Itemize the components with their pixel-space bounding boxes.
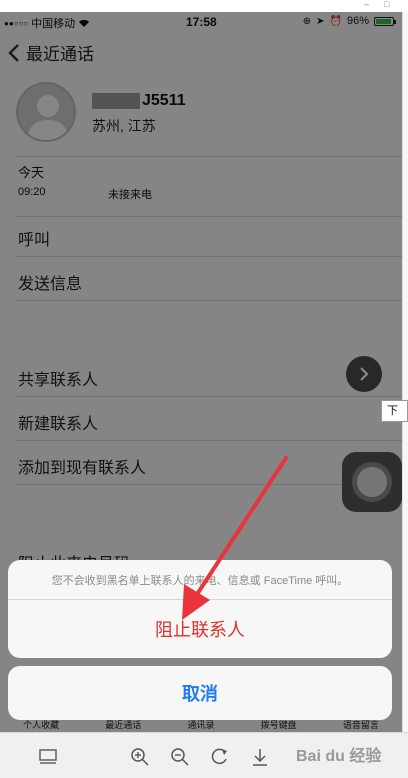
- phone-screen: ●●○○○ 中国移动 17:58 ⊕ ➤ ⏰ 96% 最近通话 J5511 苏州…: [0, 12, 402, 732]
- annotation-arrow-icon: [182, 456, 288, 620]
- watermark-brand: Bai du 经验: [296, 748, 382, 765]
- rotate-icon[interactable]: [208, 745, 232, 769]
- baidu-jingyan-watermark: Bai du 经验: [296, 742, 381, 766]
- thumbnail-view-icon[interactable]: [36, 745, 60, 769]
- zoom-in-icon[interactable]: [128, 745, 152, 769]
- cancel-button[interactable]: 取消: [8, 666, 392, 720]
- maximize-icon[interactable]: □: [384, 0, 394, 9]
- next-tooltip[interactable]: 下一: [381, 400, 408, 422]
- host-window-scroll-edge: [402, 12, 408, 732]
- download-icon[interactable]: [248, 745, 272, 769]
- host-window-top: – □: [0, 0, 408, 12]
- zoom-out-icon[interactable]: [168, 745, 192, 769]
- minimize-icon[interactable]: –: [364, 0, 374, 9]
